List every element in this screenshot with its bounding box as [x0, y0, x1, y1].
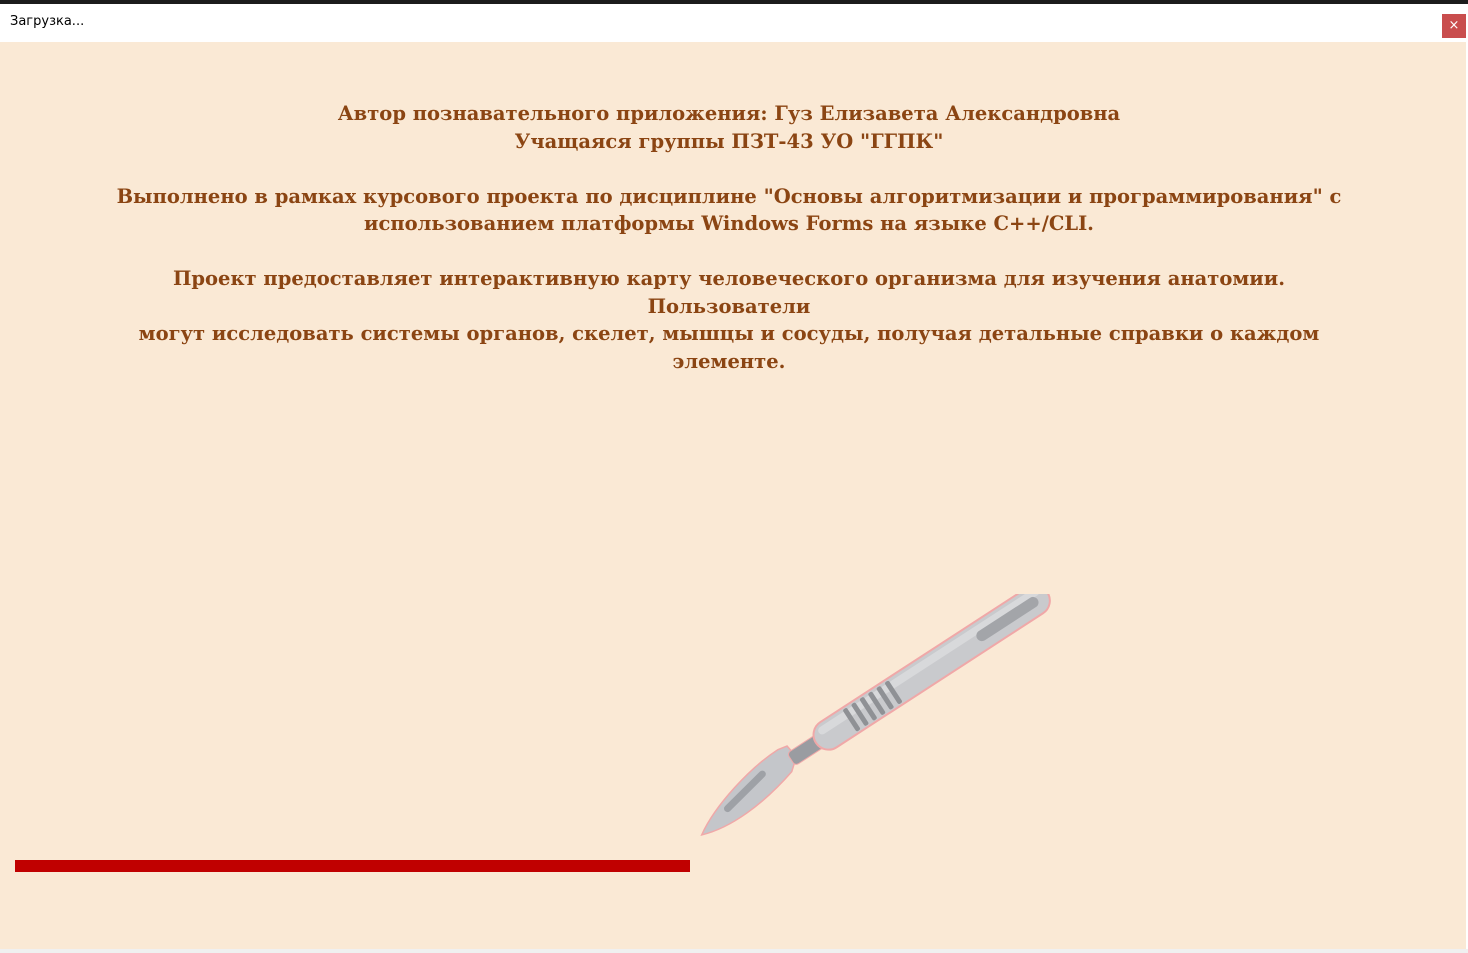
close-button[interactable]: × — [1442, 14, 1466, 38]
scalpel-icon — [700, 594, 1051, 836]
project-line-2: использованием платформы Windows Forms н… — [364, 212, 1094, 235]
progress-fill — [15, 860, 690, 872]
window-title: Загрузка... — [10, 14, 85, 29]
loading-window: Загрузка... × Автор познавательного прил… — [0, 4, 1468, 953]
splash-content: Автор познавательного приложения: Гуз Ел… — [0, 42, 1466, 953]
author-line: Автор познавательного приложения: Гуз Ел… — [337, 102, 1121, 125]
description-line-2: могут исследовать системы органов, скеле… — [138, 322, 1320, 345]
description-line-1: Проект предоставляет интерактивную карту… — [173, 267, 1285, 318]
loading-progress-bar — [15, 860, 690, 872]
project-line-1: Выполнено в рамках курсового проекта по … — [116, 184, 1342, 208]
group-line: Учащаяся группы ПЗТ-43 УО "ГГПК" — [514, 129, 944, 153]
bottom-border — [0, 949, 1468, 953]
author-info: Автор познавательного приложения: Гуз Ел… — [100, 100, 1358, 375]
title-bar[interactable]: Загрузка... × — [0, 4, 1468, 42]
description-line-3: элементе. — [672, 349, 786, 373]
